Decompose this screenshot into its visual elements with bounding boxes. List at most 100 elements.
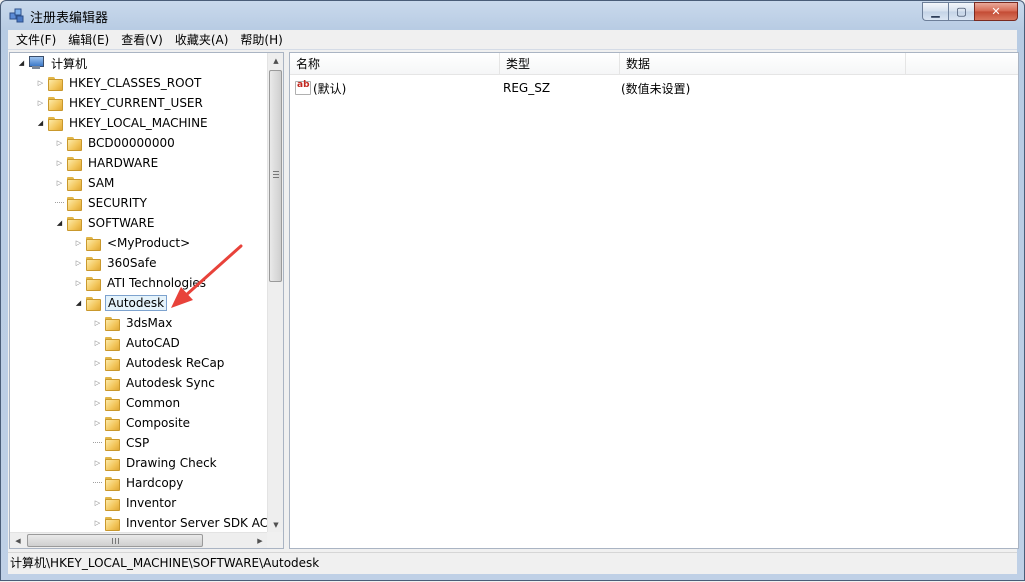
title-bar[interactable]: 注册表编辑器 ▁ ▢ ✕ (1, 1, 1024, 29)
folder-icon (104, 376, 120, 391)
string-value-icon: ab (295, 80, 311, 95)
list-row[interactable]: ab (默认) REG_SZ (数值未设置) (290, 78, 690, 98)
expand-arrow-icon[interactable]: ▷ (93, 493, 102, 513)
tree-node[interactable]: ◢ Autodesk (74, 293, 168, 313)
tree-node-label: Composite (126, 416, 191, 430)
menu-view[interactable]: 查看(V) (115, 30, 169, 50)
horizontal-scroll-thumb[interactable] (27, 534, 203, 547)
tree-node[interactable]: ▷ Drawing Check (93, 453, 219, 473)
menu-edit[interactable]: 编辑(E) (62, 30, 115, 50)
collapse-arrow-icon[interactable]: ◢ (36, 113, 45, 133)
collapse-arrow-icon[interactable]: ◢ (55, 213, 64, 233)
tree-node[interactable]: SECURITY (55, 193, 149, 213)
tree-node[interactable]: ▷ HARDWARE (55, 153, 160, 173)
tree-node[interactable]: ▷ HKEY_CLASSES_ROOT (36, 73, 203, 93)
tree-node[interactable]: ▷ Composite (93, 413, 192, 433)
scroll-right-icon[interactable]: ▶ (252, 533, 268, 549)
tree-node[interactable]: CSP (93, 433, 151, 453)
value-list-pane[interactable]: 名称 类型 数据 ab (默认) REG_SZ (数值未设置) (289, 52, 1019, 549)
tree-node-computer[interactable]: ◢ 计算机 (17, 53, 89, 73)
expand-arrow-icon (93, 433, 102, 443)
folder-icon (104, 436, 120, 451)
tree-node[interactable]: ▷ HKEY_CURRENT_USER (36, 93, 205, 113)
column-header-data[interactable]: 数据 (620, 53, 906, 75)
close-button[interactable]: ✕ (974, 2, 1018, 21)
expand-arrow-icon[interactable]: ▷ (36, 73, 45, 93)
folder-icon (47, 96, 63, 111)
tree-node[interactable]: ▷ <MyProduct> (74, 233, 192, 253)
tree-node[interactable]: ▷ ATI Technologies (74, 273, 208, 293)
tree-node[interactable]: ▷ BCD00000000 (55, 133, 177, 153)
folder-icon (47, 116, 63, 131)
tree-node-label: Autodesk ReCap (126, 356, 225, 370)
tree-node-label: HKEY_CURRENT_USER (69, 96, 203, 110)
tree-node-label: BCD00000000 (88, 136, 175, 150)
value-type: REG_SZ (503, 81, 551, 95)
caption-buttons: ▁ ▢ ✕ (922, 2, 1018, 22)
collapse-arrow-icon[interactable]: ◢ (74, 293, 83, 313)
expand-arrow-icon[interactable]: ▷ (93, 373, 102, 393)
scroll-down-icon[interactable]: ▼ (268, 517, 284, 533)
tree-node[interactable]: ▷ Common (93, 393, 182, 413)
expand-arrow-icon[interactable]: ▷ (93, 513, 102, 533)
tree-node[interactable]: ▷ SAM (55, 173, 116, 193)
folder-icon (104, 416, 120, 431)
expand-arrow-icon[interactable]: ▷ (55, 173, 64, 193)
tree-node[interactable]: ◢ SOFTWARE (55, 213, 156, 233)
menu-help[interactable]: 帮助(H) (234, 30, 288, 50)
tree-node-label: 3dsMax (126, 316, 173, 330)
tree-node-label: Autodesk (105, 295, 168, 311)
tree-node[interactable]: ▷ Autodesk ReCap (93, 353, 226, 373)
folder-icon (104, 496, 120, 511)
folder-icon (85, 236, 101, 251)
expand-arrow-icon[interactable]: ▷ (93, 313, 102, 333)
tree-view[interactable]: ◢ 计算机 ▷ HKEY_CLASSES_ROOT ▷ HKEY_CURRENT_US… (10, 53, 268, 533)
folder-icon (85, 276, 101, 291)
menu-file[interactable]: 文件(F) (8, 30, 62, 50)
expand-arrow-icon[interactable]: ▷ (55, 133, 64, 153)
vertical-scroll-thumb[interactable] (269, 70, 282, 282)
expand-arrow-icon[interactable]: ▷ (55, 153, 64, 173)
expand-arrow-icon[interactable]: ▷ (74, 233, 83, 253)
tree-node-label: HKEY_CLASSES_ROOT (69, 76, 202, 90)
regedit-app-icon (9, 8, 24, 23)
key-tree-pane[interactable]: ◢ 计算机 ▷ HKEY_CLASSES_ROOT ▷ HKEY_CURRENT_US… (9, 52, 284, 549)
expand-arrow-icon (93, 473, 102, 483)
tree-node[interactable]: ▷ 3dsMax (93, 313, 174, 333)
expand-arrow-icon[interactable]: ▷ (93, 413, 102, 433)
expand-arrow-icon[interactable]: ▷ (74, 253, 83, 273)
menu-favorites[interactable]: 收藏夹(A) (169, 30, 235, 50)
scroll-left-icon[interactable]: ◀ (10, 533, 26, 549)
status-bar-path: 计算机\HKEY_LOCAL_MACHINE\SOFTWARE\Autodesk (8, 552, 1017, 572)
tree-node[interactable]: ▷ 360Safe (74, 253, 158, 273)
scrollbar-corner (267, 532, 283, 548)
tree-horizontal-scrollbar[interactable]: ◀ ▶ (10, 532, 268, 548)
tree-node[interactable]: ▷ Inventor (93, 493, 178, 513)
tree-node[interactable]: ▷ AutoCAD (93, 333, 182, 353)
tree-node[interactable]: Hardcopy (93, 473, 185, 493)
scroll-up-icon[interactable]: ▲ (268, 53, 284, 69)
value-data: (数值未设置) (621, 81, 691, 96)
folder-icon (85, 296, 101, 311)
tree-node-label: Inventor Server SDK AC (126, 516, 268, 530)
folder-icon (47, 76, 63, 91)
maximize-button[interactable]: ▢ (948, 2, 974, 21)
expand-arrow-icon[interactable]: ▷ (93, 353, 102, 373)
value-name: (默认) (313, 81, 347, 96)
expand-arrow-icon[interactable]: ▷ (36, 93, 45, 113)
tree-node[interactable]: ▷ Autodesk Sync (93, 373, 217, 393)
client-area: 文件(F) 编辑(E) 查看(V) 收藏夹(A) 帮助(H) ◢ 计算机 ▷ HK… (8, 30, 1019, 574)
expand-arrow-icon[interactable]: ◢ (17, 53, 26, 73)
expand-arrow-icon[interactable]: ▷ (93, 453, 102, 473)
expand-arrow-icon[interactable]: ▷ (93, 333, 102, 353)
tree-node-label: SOFTWARE (88, 216, 155, 230)
column-header-name[interactable]: 名称 (290, 53, 500, 75)
expand-arrow-icon[interactable]: ▷ (93, 393, 102, 413)
tree-node[interactable]: ▷ Inventor Server SDK AC (93, 513, 268, 533)
expand-arrow-icon[interactable]: ▷ (74, 273, 83, 293)
list-header: 名称 类型 数据 (290, 53, 1018, 75)
tree-node[interactable]: ◢ HKEY_LOCAL_MACHINE (36, 113, 210, 133)
column-header-type[interactable]: 类型 (500, 53, 620, 75)
minimize-button[interactable]: ▁ (922, 2, 948, 21)
tree-vertical-scrollbar[interactable]: ▲ ▼ (267, 53, 283, 533)
